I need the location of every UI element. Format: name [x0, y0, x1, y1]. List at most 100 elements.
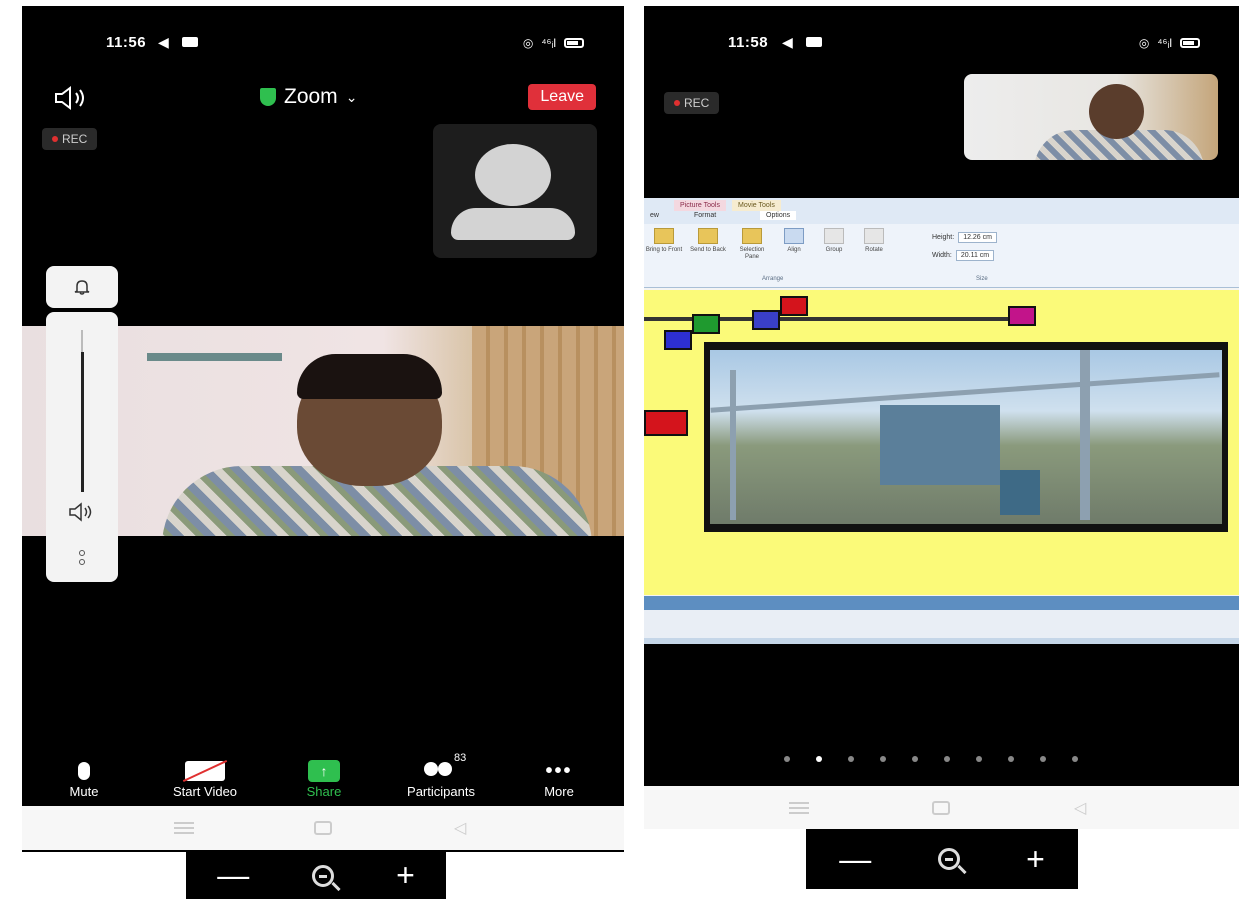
volume-more-icon[interactable] [78, 550, 86, 568]
arrange-group-label: Arrange [762, 276, 784, 282]
page-dot[interactable] [880, 756, 886, 762]
green-square [692, 314, 720, 334]
page-dot[interactable] [784, 756, 790, 762]
width-label: Width: [932, 252, 952, 259]
more-label: More [544, 784, 574, 799]
leave-button[interactable]: Leave [528, 84, 596, 110]
rotate-button[interactable]: Rotate [854, 228, 894, 254]
speaker-pip-video[interactable] [964, 74, 1218, 160]
pole [730, 370, 736, 520]
volume-slider[interactable] [81, 352, 84, 492]
back-icon[interactable]: ◁ [1074, 798, 1086, 818]
picture-tools-tab[interactable]: Picture Tools [674, 200, 726, 211]
status-icons: ◎ ⁴⁶ᵢl [523, 36, 584, 50]
participants-button[interactable]: 83 Participants [390, 752, 492, 799]
meeting-title-label: Zoom [284, 85, 338, 108]
start-video-label: Start Video [172, 784, 238, 799]
home-icon[interactable] [932, 801, 950, 815]
meeting-title[interactable]: Zoom ⌄ [260, 85, 357, 109]
signal-icon: ⁴⁶ᵢl [541, 36, 556, 50]
tab-view[interactable]: ew [644, 211, 665, 220]
notes-strip [644, 610, 1239, 644]
group-button[interactable]: Group [814, 228, 854, 254]
avatar-body [451, 208, 575, 240]
red-square [780, 296, 808, 316]
meeting-top-bar: Zoom ⌄ Leave [22, 82, 624, 116]
height-input[interactable]: 12.26 cm [958, 232, 997, 243]
speaker-icon[interactable] [52, 86, 92, 110]
meeting-toolbar: Mute Start Video ↑ Share 83 Participants… [22, 752, 624, 806]
magenta-square [1008, 306, 1036, 326]
start-video-button[interactable]: Start Video [155, 758, 255, 799]
rec-label: REC [684, 96, 710, 110]
page-dot[interactable] [1040, 756, 1046, 762]
video-status-icon [806, 37, 822, 47]
page-dot[interactable] [1008, 756, 1014, 762]
recent-apps-icon[interactable] [174, 822, 194, 834]
blue-square [664, 330, 692, 350]
more-icon: ••• [545, 760, 573, 782]
mute-label: Mute [69, 784, 99, 799]
page-dot[interactable] [848, 756, 854, 762]
zoom-in-button[interactable]: + [396, 857, 415, 894]
self-video-tile[interactable] [433, 124, 597, 258]
status-bar: 11:56 ◀ ◎ ⁴⁶ᵢl [22, 34, 624, 58]
recording-badge: REC [42, 128, 98, 150]
recording-badge: REC [664, 92, 720, 114]
volume-speaker-icon [69, 502, 92, 522]
tab-format[interactable]: Format [688, 211, 722, 220]
page-dot[interactable] [1072, 756, 1078, 762]
speaker-face [1089, 84, 1144, 139]
zoom-out-button[interactable]: — [839, 841, 871, 878]
zoom-out-button[interactable]: — [217, 857, 249, 894]
height-label: Height: [932, 234, 955, 241]
more-button[interactable]: ••• More [534, 758, 584, 799]
battery-icon [1180, 38, 1200, 48]
shared-screen[interactable]: Picture Tools Movie Tools ew Format Opti… [644, 198, 1239, 644]
selection-pane-button[interactable]: Selection Pane [732, 228, 772, 261]
share-button[interactable]: ↑ Share [294, 758, 354, 799]
zoom-meeting-screen-left: 11:56 ◀ ◎ ⁴⁶ᵢl Zoom ⌄ Leave REC Mute Sta… [22, 6, 624, 852]
participants-icon [424, 762, 458, 780]
mute-button[interactable]: Mute [64, 758, 104, 799]
avatar-icon [475, 144, 551, 206]
page-dot[interactable] [912, 756, 918, 762]
movie-tools-tab[interactable]: Movie Tools [732, 200, 781, 211]
recent-apps-icon[interactable] [789, 802, 809, 814]
mic-icon [78, 762, 90, 780]
page-dot[interactable] [976, 756, 982, 762]
width-input[interactable]: 20.11 cm [955, 250, 995, 261]
back-icon[interactable]: ◁ [454, 818, 466, 838]
participants-count: 83 [454, 752, 467, 764]
volume-panel [46, 312, 118, 582]
height-field[interactable]: Height: 12.26 cm [932, 232, 997, 243]
red-square [644, 410, 688, 436]
slide-canvas [644, 290, 1239, 595]
telegram-icon: ◀ [158, 34, 169, 50]
rec-dot-icon [674, 100, 680, 106]
telegram-icon: ◀ [782, 34, 793, 50]
status-time: 11:56 [106, 34, 147, 51]
send-to-back-button[interactable]: Send to Back [688, 228, 728, 254]
bell-icon [74, 280, 90, 295]
page-dot[interactable] [944, 756, 950, 762]
zoom-in-button[interactable]: + [1026, 841, 1045, 878]
zoom-reset-icon[interactable] [937, 848, 960, 870]
width-field[interactable]: Width: 20.11 cm [932, 250, 995, 261]
substation-video[interactable] [704, 342, 1228, 532]
status-band [644, 596, 1239, 610]
ring-mode-button[interactable] [46, 266, 118, 308]
share-icon: ↑ [308, 760, 340, 782]
home-icon[interactable] [314, 821, 332, 835]
zoom-reset-icon[interactable] [311, 864, 334, 887]
align-button[interactable]: Align [774, 228, 814, 254]
video-off-icon [185, 761, 225, 781]
speaker-hair [297, 354, 442, 399]
page-dot[interactable] [816, 756, 822, 762]
tab-options[interactable]: Options [760, 211, 797, 220]
signal-icon: ⁴⁶ᵢl [1157, 36, 1172, 50]
status-icons: ◎ ⁴⁶ᵢl [1139, 36, 1200, 50]
wall-shelf [147, 353, 282, 361]
bring-to-front-button[interactable]: Bring to Front [644, 228, 684, 254]
status-bar: 11:58 ◀ ◎ ⁴⁶ᵢl [644, 34, 1239, 58]
